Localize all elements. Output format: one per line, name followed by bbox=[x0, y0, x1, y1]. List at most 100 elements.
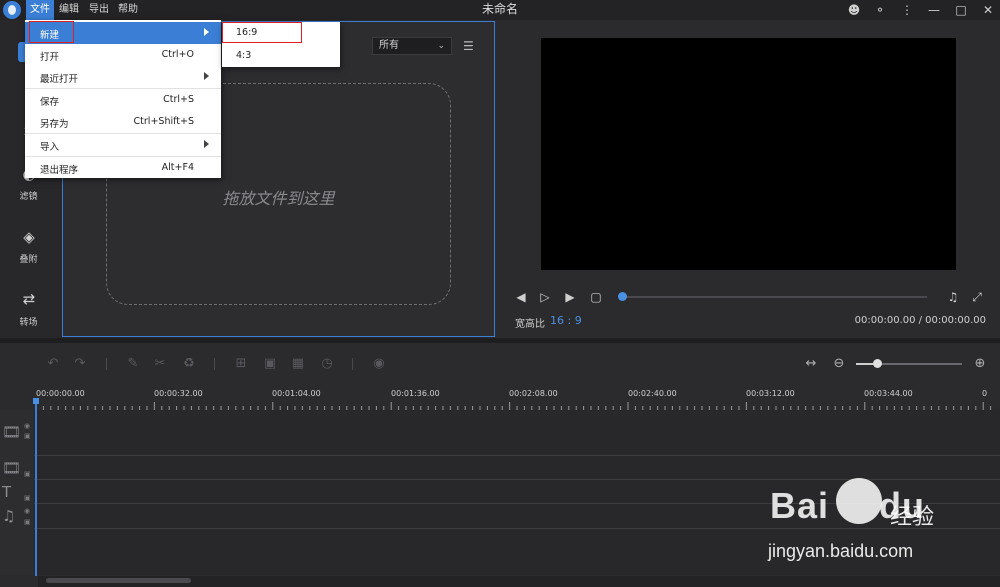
fullscreen-icon[interactable]: ⤢ bbox=[970, 290, 984, 304]
menu-item-label: 打开 bbox=[40, 52, 60, 63]
zoom-slider-knob[interactable] bbox=[873, 359, 882, 368]
menu-item-save[interactable]: 保存 Ctrl+S bbox=[25, 89, 221, 111]
lock-icon[interactable]: ▣ bbox=[24, 518, 32, 526]
speaker-icon[interactable]: ◉ bbox=[24, 507, 32, 515]
timeline-toolbar bbox=[0, 343, 1000, 385]
submenu-item-4-3[interactable]: 4:3 bbox=[222, 45, 340, 67]
menu-item-save-as[interactable]: 另存为 Ctrl+Shift+S bbox=[25, 111, 221, 133]
overlay-track-icon: 🎞 bbox=[2, 459, 22, 477]
maximize-icon[interactable]: □ bbox=[953, 2, 969, 18]
cut-icon[interactable]: ✂ bbox=[152, 356, 168, 372]
zoom-out-icon[interactable]: ⊖ bbox=[831, 356, 847, 372]
list-view-icon[interactable]: ☰ bbox=[463, 39, 477, 53]
ruler-ticks bbox=[36, 402, 992, 410]
ruler-label: 00:01:04.00 bbox=[272, 389, 321, 398]
annotation-highlight-box bbox=[29, 21, 74, 43]
menu-item-shortcut: Ctrl+Shift+S bbox=[133, 116, 194, 127]
lock-icon[interactable]: ▣ bbox=[24, 432, 32, 440]
fit-timeline-icon[interactable]: ↔ bbox=[803, 356, 819, 372]
aspect-ratio-value[interactable]: 16 : 9 bbox=[550, 314, 582, 327]
video-track-icon: 🎞 bbox=[2, 423, 22, 441]
record-icon[interactable]: ◉ bbox=[371, 356, 387, 372]
menu-item-label: 最近打开 bbox=[40, 74, 79, 85]
menu-item-label: 另存为 bbox=[40, 119, 69, 130]
timeline-scrollbar-thumb[interactable] bbox=[46, 578, 191, 583]
ruler-label: 00:00:32.00 bbox=[154, 389, 203, 398]
ruler-label: 00:02:08.00 bbox=[509, 389, 558, 398]
watermark-brand: Bai bbox=[770, 485, 830, 526]
close-icon[interactable]: ✕ bbox=[980, 2, 996, 18]
watermark-cn: 经验 bbox=[890, 505, 935, 530]
submenu-item-label: 4:3 bbox=[236, 50, 252, 61]
media-filter-select[interactable]: 所有 ⌄ bbox=[372, 37, 452, 55]
ruler-label: 00:03:44.00 bbox=[864, 389, 913, 398]
toolbar-separator bbox=[106, 358, 107, 370]
playhead[interactable] bbox=[35, 399, 37, 576]
undo-icon[interactable]: ↶ bbox=[45, 356, 61, 372]
split-icon[interactable]: ▦ bbox=[290, 356, 306, 372]
redo-icon[interactable]: ↷ bbox=[72, 356, 88, 372]
menu-item-shortcut: Ctrl+S bbox=[163, 94, 194, 105]
media-filter-value: 所有 bbox=[379, 40, 399, 51]
volume-icon[interactable]: ♫ bbox=[946, 290, 960, 304]
ruler-label: 00:00:00.00 bbox=[36, 389, 85, 398]
toolbar-separator bbox=[352, 358, 353, 370]
tool-transition[interactable]: ⇄ 转场 bbox=[0, 290, 57, 336]
toolbar-separator bbox=[214, 358, 215, 370]
menu-item-open[interactable]: 打开 Ctrl+O bbox=[25, 44, 221, 66]
ruler-label: 00:01:36.00 bbox=[391, 389, 440, 398]
menu-item-label: 保存 bbox=[40, 97, 60, 108]
prev-frame-icon[interactable]: ◀ bbox=[514, 290, 528, 304]
watermark-url: jingyan.baidu.com bbox=[768, 541, 914, 561]
preview-screen bbox=[541, 38, 956, 270]
lock-icon[interactable]: ▣ bbox=[24, 494, 32, 502]
annotation-highlight-box bbox=[222, 22, 302, 43]
tool-transition-label: 转场 bbox=[19, 318, 38, 328]
track-divider bbox=[34, 455, 1000, 456]
submenu-arrow-icon bbox=[204, 72, 209, 80]
menu-item-label: 导入 bbox=[40, 142, 60, 153]
menu-item-shortcut: Alt+F4 bbox=[161, 162, 194, 173]
play-icon[interactable]: ▷ bbox=[538, 290, 552, 304]
submenu-arrow-icon bbox=[204, 28, 209, 36]
duration-icon[interactable]: ◷ bbox=[319, 356, 335, 372]
aspect-ratio-label: 宽高比 bbox=[515, 319, 545, 330]
user-icon[interactable]: ☻ bbox=[846, 2, 862, 18]
eye-icon[interactable]: ◉ bbox=[24, 422, 32, 430]
stop-icon[interactable]: ▢ bbox=[589, 290, 603, 304]
timecode-display: 00:00:00.00 / 00:00:00.00 bbox=[854, 315, 986, 326]
menu-item-shortcut: Ctrl+O bbox=[161, 49, 194, 60]
mosaic-icon[interactable]: ▣ bbox=[262, 356, 278, 372]
track-divider bbox=[34, 528, 1000, 529]
chevron-down-icon: ⌄ bbox=[437, 41, 445, 51]
drop-zone-text: 拖放文件到这里 bbox=[222, 189, 335, 208]
more-icon[interactable]: ⋮ bbox=[899, 2, 915, 18]
feedback-icon[interactable]: ⚬ bbox=[872, 2, 888, 18]
tool-filter-label: 滤镜 bbox=[19, 192, 38, 202]
tool-overlay-label: 叠附 bbox=[19, 255, 38, 265]
playback-progress-knob[interactable] bbox=[618, 292, 627, 301]
text-track-icon: T bbox=[2, 483, 12, 501]
playback-progress-track[interactable] bbox=[622, 296, 927, 298]
zoom-in-icon[interactable]: ⊕ bbox=[972, 356, 988, 372]
tool-overlay[interactable]: ◈ 叠附 bbox=[0, 228, 57, 274]
music-track-icon: ♫ bbox=[2, 507, 16, 525]
ruler-label: 0 bbox=[982, 389, 988, 398]
menu-item-exit[interactable]: 退出程序 Alt+F4 bbox=[25, 157, 221, 179]
overlay-icon: ◈ bbox=[23, 228, 35, 246]
menu-item-recent[interactable]: 最近打开 bbox=[25, 66, 221, 88]
ruler-label: 00:02:40.00 bbox=[628, 389, 677, 398]
minimize-icon[interactable]: — bbox=[926, 2, 942, 18]
paw-icon bbox=[836, 478, 882, 524]
ruler-label: 00:03:12.00 bbox=[746, 389, 795, 398]
menu-item-import[interactable]: 导入 bbox=[25, 134, 221, 156]
menu-item-label: 退出程序 bbox=[40, 165, 79, 176]
lock-icon[interactable]: ▣ bbox=[24, 470, 32, 478]
playhead-handle[interactable] bbox=[33, 398, 39, 404]
next-frame-icon[interactable]: ▶ bbox=[563, 290, 577, 304]
transition-icon: ⇄ bbox=[22, 290, 36, 308]
delete-icon[interactable]: ♻ bbox=[181, 356, 197, 372]
submenu-arrow-icon bbox=[204, 140, 209, 148]
crop-icon[interactable]: ⊞ bbox=[233, 356, 249, 372]
edit-icon[interactable]: ✎ bbox=[125, 356, 141, 372]
